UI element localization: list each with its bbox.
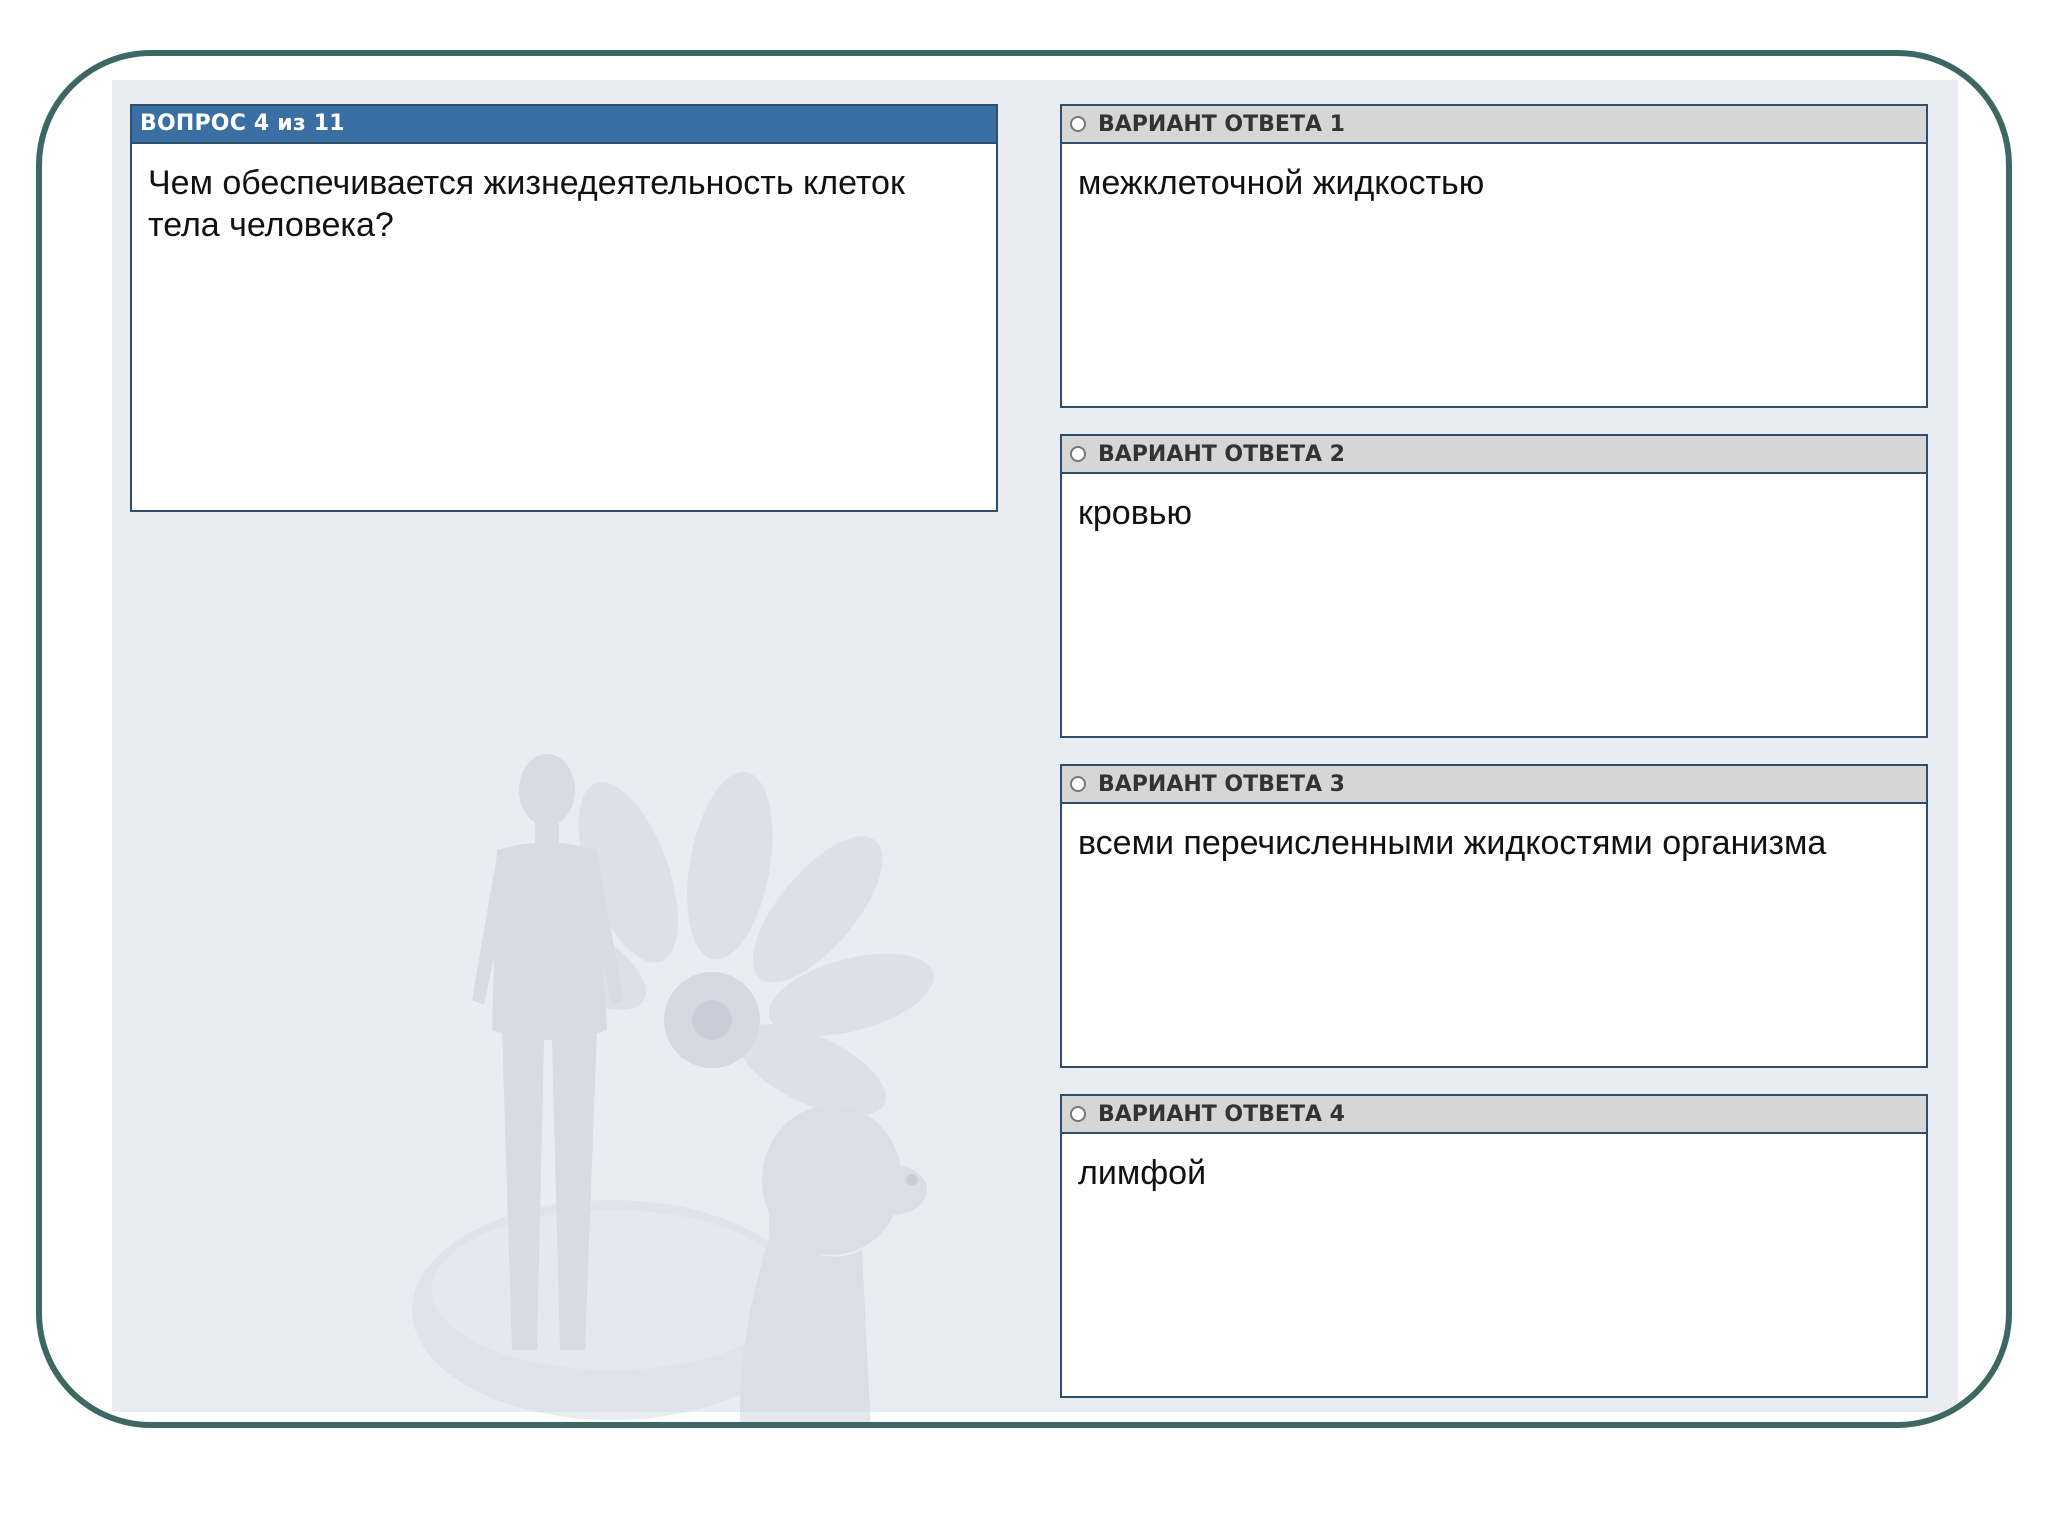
answer-option-1-header[interactable]: ВАРИАНТ ОТВЕТА 1 (1062, 106, 1926, 144)
answer-option-text: лимфой (1078, 1154, 1207, 1192)
answer-option-2[interactable]: ВАРИАНТ ОТВЕТА 2 кровью (1060, 434, 1928, 738)
radio-button-icon[interactable] (1070, 776, 1086, 792)
question-box: ВОПРОС 4 из 11 Чем обеспечивается жизнед… (130, 104, 998, 512)
answer-option-4-header[interactable]: ВАРИАНТ ОТВЕТА 4 (1062, 1096, 1926, 1134)
answer-option-3[interactable]: ВАРИАНТ ОТВЕТА 3 всеми перечисленными жи… (1060, 764, 1928, 1068)
radio-button-icon[interactable] (1070, 1106, 1086, 1122)
answer-option-text: межклеточной жидкостью (1078, 164, 1485, 202)
answer-option-label: ВАРИАНТ ОТВЕТА 2 (1098, 441, 1345, 467)
human-flower-dog-illustration (412, 754, 934, 1422)
answer-option-2-header[interactable]: ВАРИАНТ ОТВЕТА 2 (1062, 436, 1926, 474)
question-header: ВОПРОС 4 из 11 (132, 106, 996, 144)
answer-option-label: ВАРИАНТ ОТВЕТА 4 (1098, 1101, 1345, 1127)
answer-option-label: ВАРИАНТ ОТВЕТА 3 (1098, 771, 1345, 797)
answer-option-3-header[interactable]: ВАРИАНТ ОТВЕТА 3 (1062, 766, 1926, 804)
answer-option-label: ВАРИАНТ ОТВЕТА 1 (1098, 111, 1345, 137)
question-text: Чем обеспечивается жизнедеятельность кле… (148, 164, 905, 244)
radio-button-icon[interactable] (1070, 446, 1086, 462)
radio-button-icon[interactable] (1070, 116, 1086, 132)
answer-option-1[interactable]: ВАРИАНТ ОТВЕТА 1 межклеточной жидкостью (1060, 104, 1928, 408)
answer-option-4[interactable]: ВАРИАНТ ОТВЕТА 4 лимфой (1060, 1094, 1928, 1398)
answer-option-text: кровью (1078, 494, 1192, 532)
answer-option-text: всеми перечисленными жидкостями организм… (1078, 824, 1827, 862)
